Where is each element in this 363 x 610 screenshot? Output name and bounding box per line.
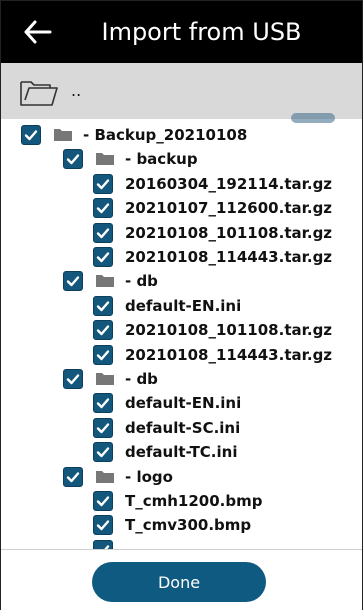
- checkmark-icon: [96, 179, 110, 189]
- checkbox[interactable]: [93, 247, 113, 267]
- checkmark-icon: [96, 252, 110, 263]
- checkbox[interactable]: [93, 295, 113, 316]
- tree-file-row[interactable]: T_cmh1200.bmp: [93, 489, 262, 513]
- checkbox[interactable]: [93, 222, 113, 243]
- checkbox[interactable]: [93, 344, 113, 365]
- folder-label: - backup: [125, 150, 198, 169]
- file-label: default-TC.ini: [125, 443, 238, 462]
- tree-file-row[interactable]: 20210108_101108.tar.gz: [93, 221, 332, 245]
- checkmark-icon: [96, 520, 110, 531]
- checkbox[interactable]: [93, 515, 113, 536]
- tree-file-row[interactable]: 20160304_192114.tar.gz: [93, 172, 332, 196]
- file-label: 20210108_114443.tar.gz: [125, 345, 333, 364]
- tree-folder-row[interactable]: - backup: [63, 147, 198, 171]
- import-dialog: Import from USB .. - Backup_20210108 - ba…: [0, 0, 363, 610]
- file-label: default-EN.ini: [125, 296, 242, 315]
- checkbox[interactable]: [21, 125, 41, 145]
- checkbox[interactable]: [93, 491, 113, 511]
- done-button[interactable]: Done: [92, 562, 266, 602]
- checkbox[interactable]: [93, 393, 113, 414]
- checkbox[interactable]: [93, 320, 113, 341]
- checkbox[interactable]: [63, 466, 83, 487]
- folder-icon: [96, 470, 114, 483]
- file-label: 20210108_114443.tar.gz: [125, 248, 333, 266]
- folder-label: - db: [125, 370, 158, 388]
- tree-file-row[interactable]: default-SC.ini: [93, 416, 240, 440]
- tree-file-row[interactable]: default-TC.ini: [93, 440, 237, 464]
- checkmark-icon: [66, 374, 80, 385]
- checkmark-icon: [96, 203, 110, 214]
- folder-icon: [54, 129, 72, 141]
- file-label: T_cmv300.bmp: [125, 516, 252, 535]
- checkmark-icon: [66, 276, 80, 287]
- tree-folder-row[interactable]: - Backup_20210108: [21, 123, 247, 147]
- folder-label: - db: [125, 272, 158, 291]
- tree-file-row[interactable]: 20210108_101108.tar.gz: [93, 318, 332, 342]
- checkmark-icon: [96, 301, 110, 311]
- folder-label: - logo: [125, 467, 173, 486]
- tree-file-row[interactable]: default-EN.ini: [93, 391, 241, 415]
- checkbox[interactable]: [93, 417, 113, 438]
- file-tree[interactable]: - Backup_20210108 - backup 20160304_192114…: [1, 119, 362, 549]
- checkmark-icon: [96, 496, 110, 507]
- file-label: T_cmh1200.bmp: [125, 492, 263, 510]
- back-arrow-icon[interactable]: [23, 19, 53, 45]
- folder-icon: [96, 373, 114, 385]
- tree-file-row[interactable]: 20210107_112600.tar.gz: [93, 196, 332, 220]
- checkmark-icon: [96, 447, 110, 458]
- folder-label: - Backup_20210108: [83, 126, 248, 144]
- folder-outline-icon: [20, 81, 58, 106]
- checkbox[interactable]: [63, 271, 83, 292]
- path-bar[interactable]: ..: [1, 63, 362, 119]
- checkmark-icon: [24, 130, 38, 141]
- checkbox[interactable]: [63, 369, 83, 389]
- file-label: 20210108_101108.tar.gz: [125, 321, 333, 340]
- checkbox[interactable]: [93, 198, 113, 219]
- file-label: 20210108_101108.tar.gz: [125, 223, 333, 242]
- folder-icon: [96, 153, 114, 166]
- tree-file-row[interactable]: T_cmv300.bmp: [93, 513, 251, 537]
- parent-directory-link[interactable]: ..: [71, 81, 81, 100]
- checkmark-icon: [96, 227, 110, 238]
- title-bar: Import from USB: [1, 1, 362, 63]
- checkbox[interactable]: [93, 173, 113, 194]
- file-label: 20210107_112600.tar.gz: [125, 199, 333, 218]
- tree-folder-row[interactable]: - db: [63, 269, 158, 293]
- checkmark-icon: [104, 545, 110, 549]
- tree-file-row[interactable]: [93, 538, 125, 549]
- file-label: 20160304_192114.tar.gz: [125, 174, 333, 193]
- page-title: Import from USB: [101, 18, 302, 46]
- checkmark-icon: [66, 471, 80, 482]
- tree-folder-row[interactable]: - db: [63, 367, 158, 391]
- checkmark-icon: [96, 398, 110, 409]
- checkmark-icon: [66, 154, 80, 165]
- checkmark-icon: [96, 423, 110, 433]
- checkbox[interactable]: [93, 442, 113, 463]
- folder-icon: [96, 275, 114, 288]
- tree-file-row[interactable]: default-EN.ini: [93, 294, 241, 318]
- file-label: default-SC.ini: [125, 418, 241, 437]
- checkbox[interactable]: [63, 149, 83, 170]
- file-label: default-EN.ini: [125, 394, 242, 413]
- checkbox[interactable]: [93, 539, 113, 549]
- footer-bar: Done: [1, 549, 362, 610]
- tree-folder-row[interactable]: - logo: [63, 465, 173, 489]
- tree-file-row[interactable]: 20210108_114443.tar.gz: [93, 343, 332, 367]
- checkmark-icon: [96, 349, 110, 360]
- checkmark-icon: [96, 325, 110, 336]
- tree-file-row[interactable]: 20210108_114443.tar.gz: [93, 245, 332, 269]
